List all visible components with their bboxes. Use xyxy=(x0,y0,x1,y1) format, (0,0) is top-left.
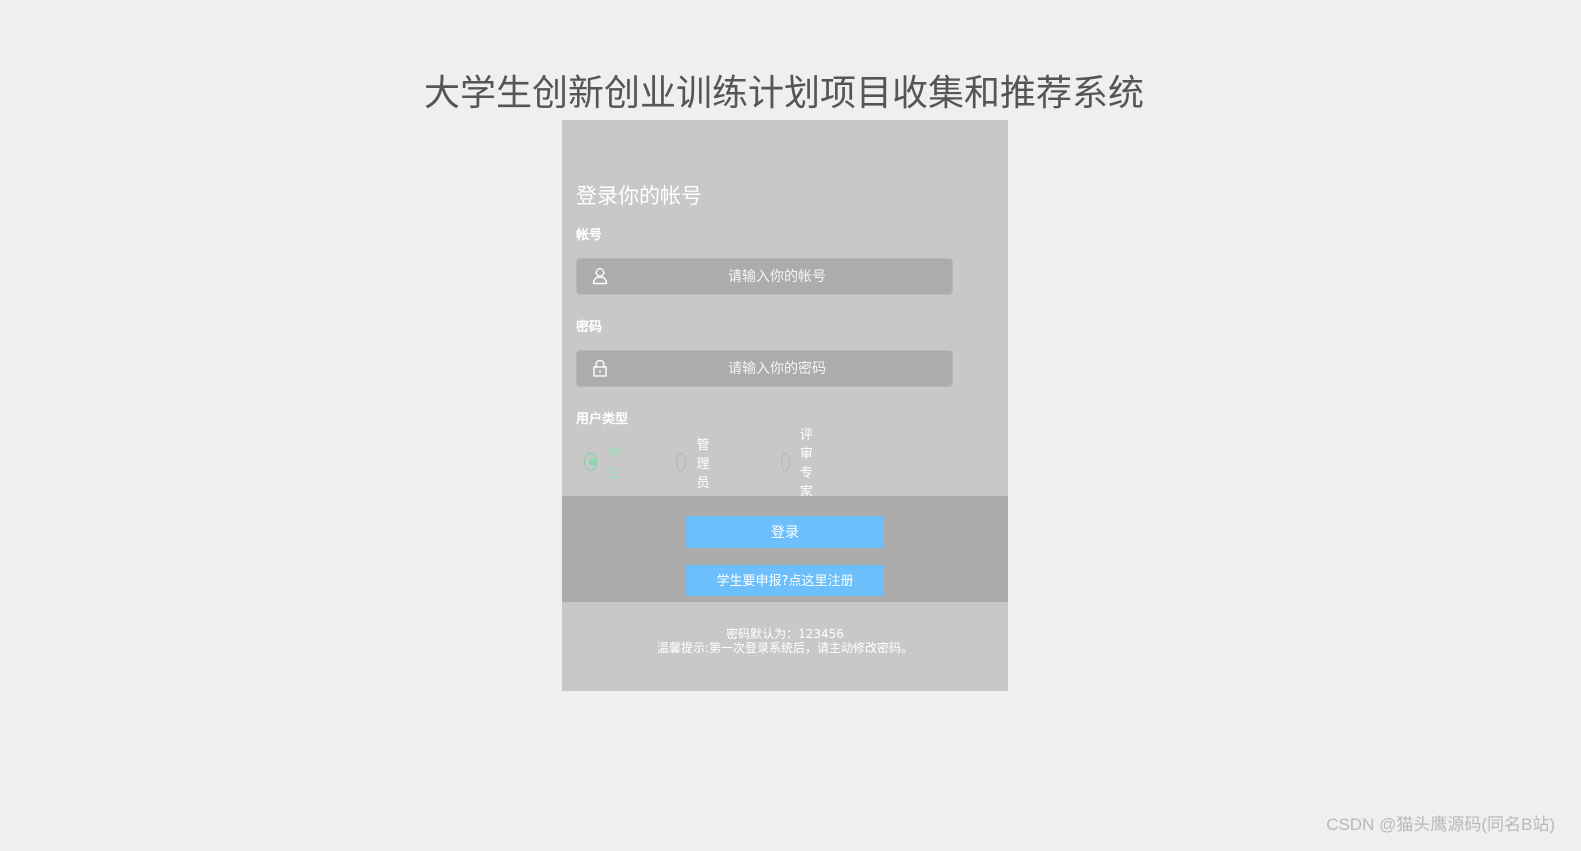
change-password-tip: 温馨提示:第一次登录系统后，请主动修改密码。 xyxy=(656,641,914,655)
radio-expert-circle[interactable] xyxy=(781,453,790,471)
radio-expert[interactable]: 评审专家 xyxy=(781,428,822,500)
user-type-label: 用户类型 xyxy=(576,412,629,427)
page-title: 大学生创新创业训练计划项目收集和推荐系统 xyxy=(423,73,1144,114)
login-heading: 登录你的帐号 xyxy=(576,184,702,208)
watermark: CSDN @猫头鹰源码(同名B站) xyxy=(1326,815,1555,834)
radio-admin[interactable]: 管理员 xyxy=(676,438,717,491)
account-input[interactable] xyxy=(617,259,937,294)
default-password-tip: 密码默认为：123456 xyxy=(726,627,844,641)
tips: 密码默认为：123456 温馨提示:第一次登录系统后，请主动修改密码。 xyxy=(562,627,1008,655)
radio-admin-circle[interactable] xyxy=(676,453,687,471)
radio-expert-label: 评审专家 xyxy=(799,428,813,500)
radio-student-circle[interactable] xyxy=(584,453,598,471)
password-field[interactable] xyxy=(576,350,953,387)
account-label: 帐号 xyxy=(576,228,603,243)
radio-student-label: 学生 xyxy=(607,447,621,481)
radio-admin-label: 管理员 xyxy=(696,437,710,491)
radio-student[interactable]: 学生 xyxy=(584,447,625,481)
password-input[interactable] xyxy=(617,351,937,386)
login-card: 登录你的帐号 帐号 密码 用户类型 学生 管理员 xyxy=(562,120,1008,691)
password-label: 密码 xyxy=(576,320,603,335)
account-field[interactable] xyxy=(576,258,953,295)
register-button[interactable]: 学生要申报?点这里注册 xyxy=(686,565,884,596)
user-icon xyxy=(591,267,609,285)
login-button[interactable]: 登录 xyxy=(686,516,884,548)
lock-icon xyxy=(591,359,609,377)
action-band: 登录 学生要申报?点这里注册 xyxy=(562,496,1008,602)
